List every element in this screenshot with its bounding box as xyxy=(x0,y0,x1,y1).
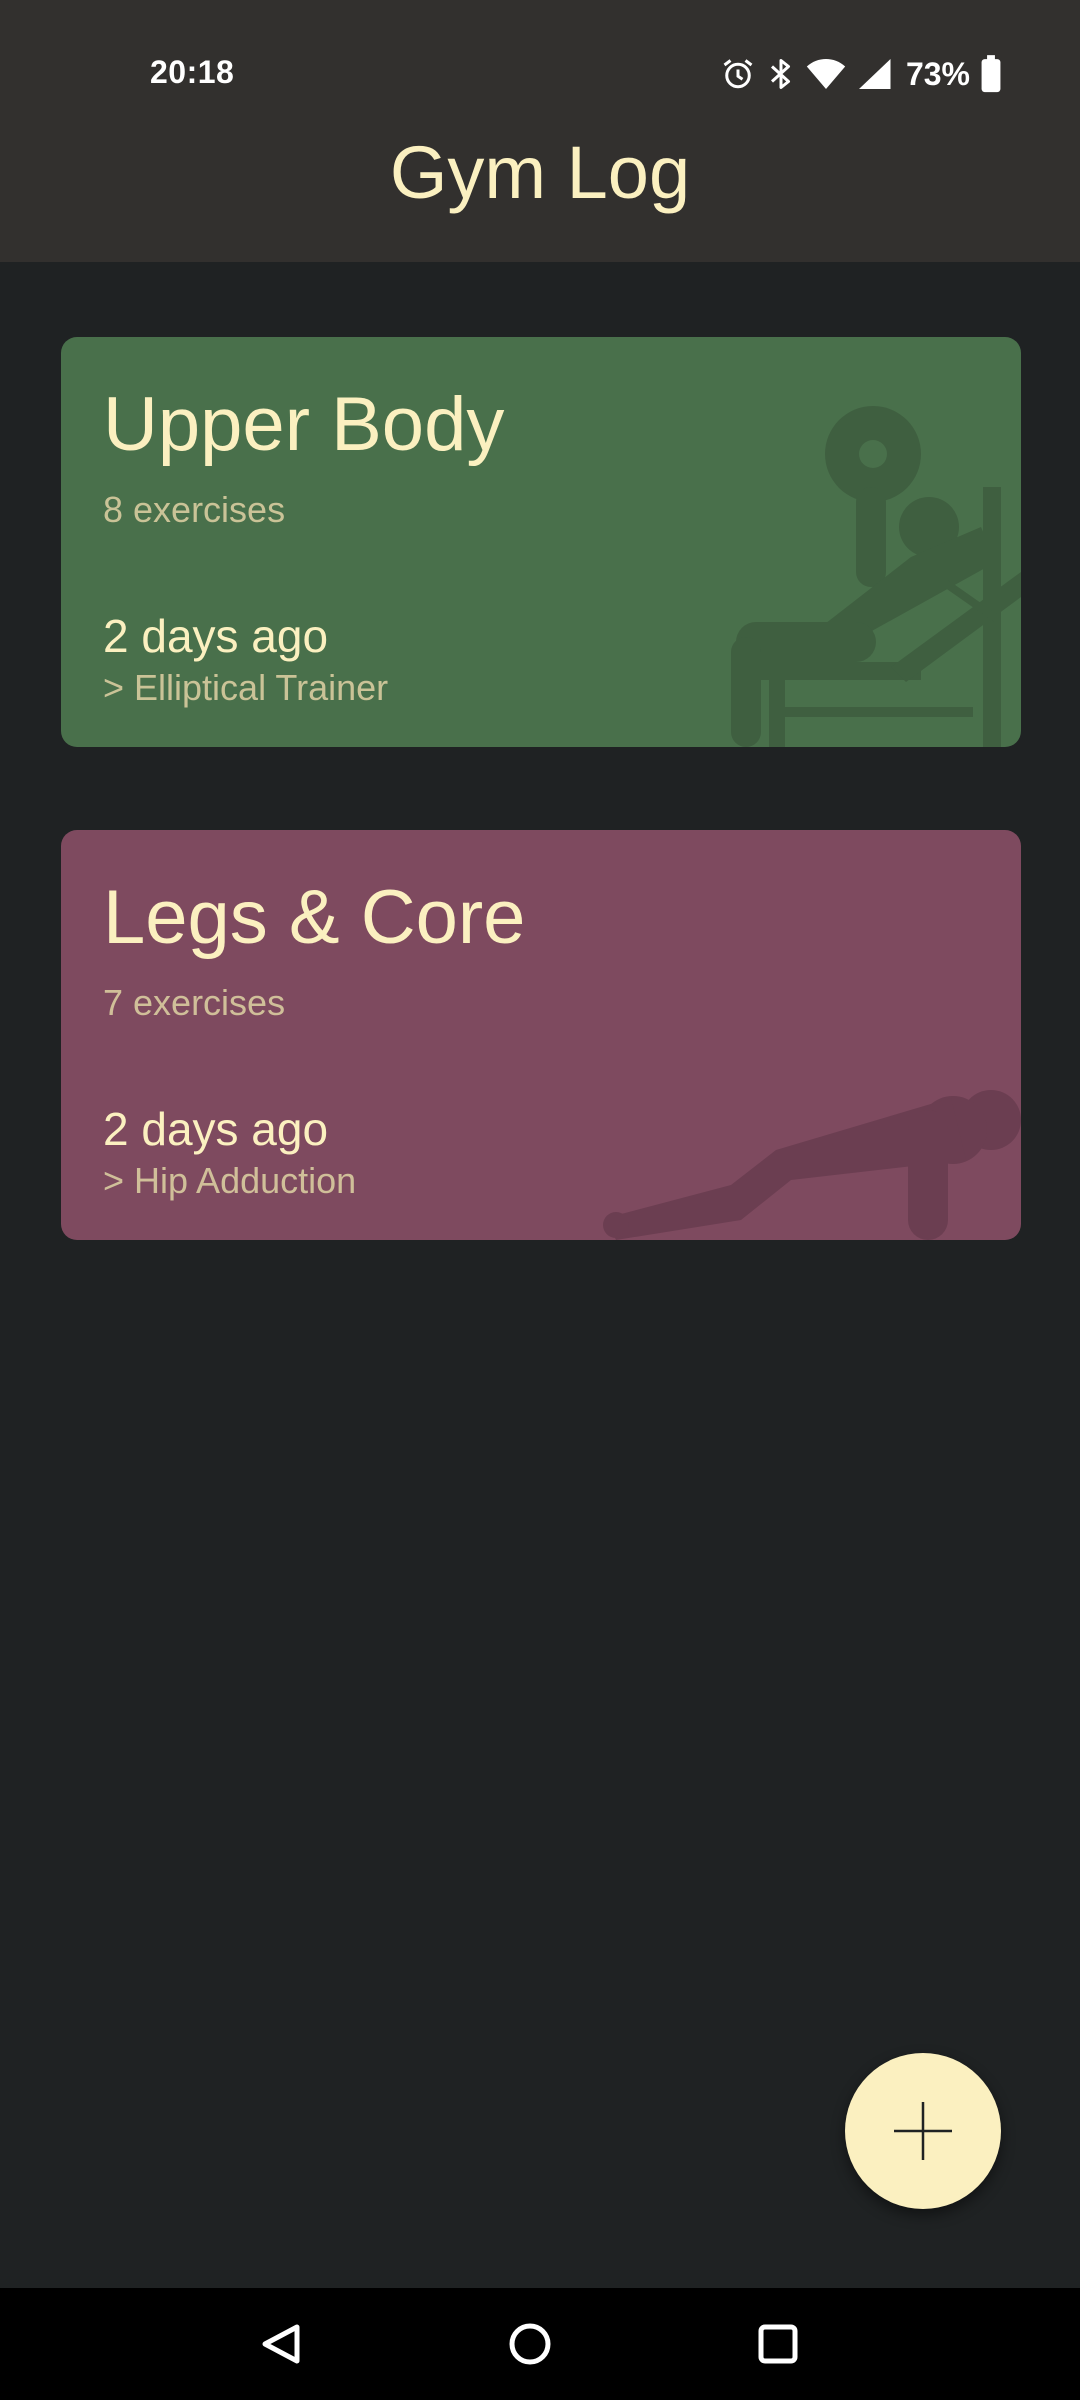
last-exercise: > Hip Adduction xyxy=(103,1160,357,1201)
status-time: 20:18 xyxy=(150,54,235,90)
cellular-signal-icon xyxy=(856,57,892,91)
bluetooth-icon xyxy=(766,56,796,92)
wifi-icon xyxy=(806,57,846,91)
battery-icon xyxy=(980,55,1002,93)
status-icons: 73% xyxy=(720,52,1002,96)
battery-percent: 73% xyxy=(905,55,970,92)
plus-icon xyxy=(894,2102,952,2160)
recents-icon[interactable] xyxy=(748,2314,808,2374)
last-exercise: > Elliptical Trainer xyxy=(103,667,389,708)
system-nav-bar xyxy=(0,2288,1080,2400)
workout-card-legs-core[interactable]: Legs & Core 7 exercises 2 days ago > Hip… xyxy=(61,830,1021,1240)
add-workout-button[interactable] xyxy=(845,2053,1001,2209)
app-bar: 20:18 73% Gym Log xyxy=(0,0,1080,262)
exercise-count: 8 exercises xyxy=(103,489,286,530)
exercise-count: 7 exercises xyxy=(103,982,286,1023)
last-performed: 2 days ago xyxy=(103,610,329,662)
status-bar: 20:18 73% xyxy=(0,40,1080,106)
workout-card-upper-body[interactable]: Upper Body 8 exercises 2 days ago > Elli… xyxy=(61,337,1021,747)
workout-title: Legs & Core xyxy=(103,875,526,960)
workout-title: Upper Body xyxy=(103,382,505,467)
last-performed: 2 days ago xyxy=(103,1103,329,1155)
back-icon[interactable] xyxy=(253,2314,313,2374)
alarm-icon xyxy=(720,56,756,92)
home-icon[interactable] xyxy=(500,2314,560,2374)
page-title: Gym Log xyxy=(389,131,691,214)
